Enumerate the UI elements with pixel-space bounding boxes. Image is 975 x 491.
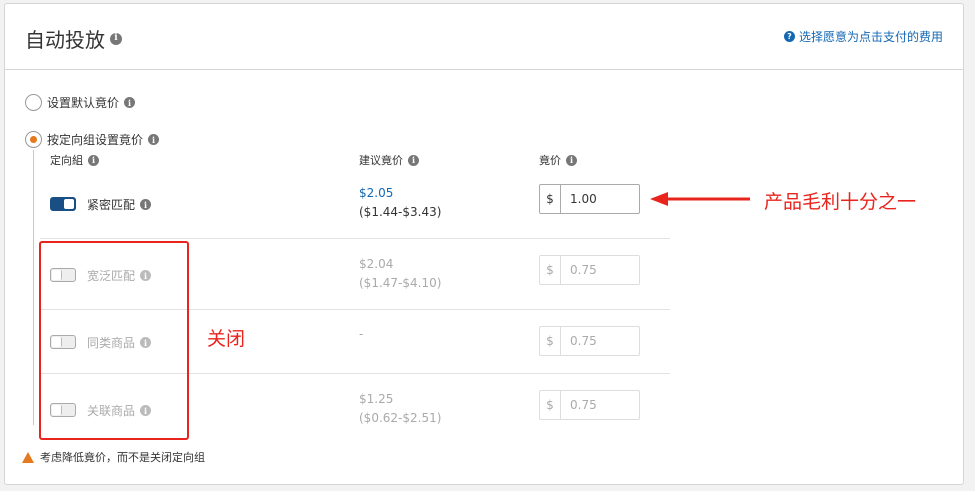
- info-icon[interactable]: i: [408, 154, 419, 166]
- title-text: 自动投放: [25, 28, 105, 52]
- info-icon[interactable]: i: [110, 32, 122, 45]
- bid-input-complements[interactable]: $ 0.75: [539, 390, 640, 420]
- toggle-close-match[interactable]: [50, 197, 76, 211]
- column-header-bid: 竟价 i: [539, 152, 577, 168]
- radio-button[interactable]: [25, 94, 42, 111]
- column-header-text: 建议竟价: [359, 154, 403, 167]
- column-header-text: 定向組: [50, 154, 83, 167]
- radio-label: 按定向组设置竟价: [47, 133, 144, 147]
- suggested-bid[interactable]: $2.05: [359, 186, 393, 200]
- radio-label: 设置默认竟价: [47, 96, 120, 110]
- bid-value[interactable]: 0.75: [561, 256, 639, 284]
- radio-button-selected[interactable]: [25, 131, 42, 148]
- bid-input-loose-match[interactable]: $ 0.75: [539, 255, 640, 285]
- bid-value[interactable]: 0.75: [561, 391, 639, 419]
- question-icon: ?: [783, 31, 795, 42]
- info-icon[interactable]: i: [140, 199, 152, 210]
- column-header-suggested: 建议竟价 i: [359, 152, 419, 168]
- suggested-range: ($0.62-$2.51): [359, 411, 442, 425]
- column-header-group: 定向組 i: [50, 152, 99, 168]
- group-indent-line: [33, 150, 34, 425]
- annotation-arrow: [650, 192, 750, 206]
- suggested-bid: -: [359, 327, 364, 341]
- currency-symbol: $: [540, 185, 561, 213]
- card-header: 自动投放 i ? 选择愿意为点击支付的费用: [5, 4, 963, 70]
- info-icon[interactable]: i: [124, 97, 136, 108]
- help-link-text[interactable]: 选择愿意为点击支付的费用: [799, 28, 943, 45]
- row-label-close-match: 紧密匹配 i: [87, 196, 152, 213]
- suggested-bid: $2.04: [359, 257, 394, 271]
- warning-text: 考虑降低竟价，而不是关闭定向组: [40, 451, 205, 464]
- bid-input-substitutes[interactable]: $ 0.75: [539, 326, 640, 356]
- currency-symbol: $: [540, 256, 561, 284]
- info-icon[interactable]: i: [88, 154, 99, 166]
- annotation-box: [39, 241, 189, 440]
- row-label-text: 紧密匹配: [87, 198, 136, 212]
- row-divider: [40, 238, 670, 239]
- bid-value[interactable]: 0.75: [561, 327, 639, 355]
- currency-symbol: $: [540, 391, 561, 419]
- suggested-bid: $1.25: [359, 392, 394, 406]
- suggested-range: ($1.44-$3.43): [359, 205, 442, 219]
- info-icon[interactable]: i: [148, 134, 160, 145]
- column-header-text: 竟价: [539, 154, 561, 167]
- suggested-range: ($1.47-$4.10): [359, 276, 442, 290]
- info-icon[interactable]: i: [566, 154, 577, 166]
- warning-message: 考虑降低竟价，而不是关闭定向组: [22, 449, 205, 465]
- toggle-knob: [64, 199, 74, 209]
- page-title: 自动投放 i: [25, 24, 122, 53]
- radio-group-bid[interactable]: 按定向组设置竟价 i: [25, 131, 160, 148]
- currency-symbol: $: [540, 327, 561, 355]
- annotation-box-note: 关闭: [207, 328, 246, 350]
- bid-input-close-match[interactable]: $ 1.00: [539, 184, 640, 214]
- annotation-arrow-note: 产品毛利十分之一: [764, 191, 917, 213]
- radio-default-bid[interactable]: 设置默认竟价 i: [25, 94, 136, 111]
- warning-icon: [22, 451, 34, 463]
- bid-value[interactable]: 1.00: [561, 185, 639, 213]
- help-link[interactable]: ? 选择愿意为点击支付的费用: [783, 28, 943, 45]
